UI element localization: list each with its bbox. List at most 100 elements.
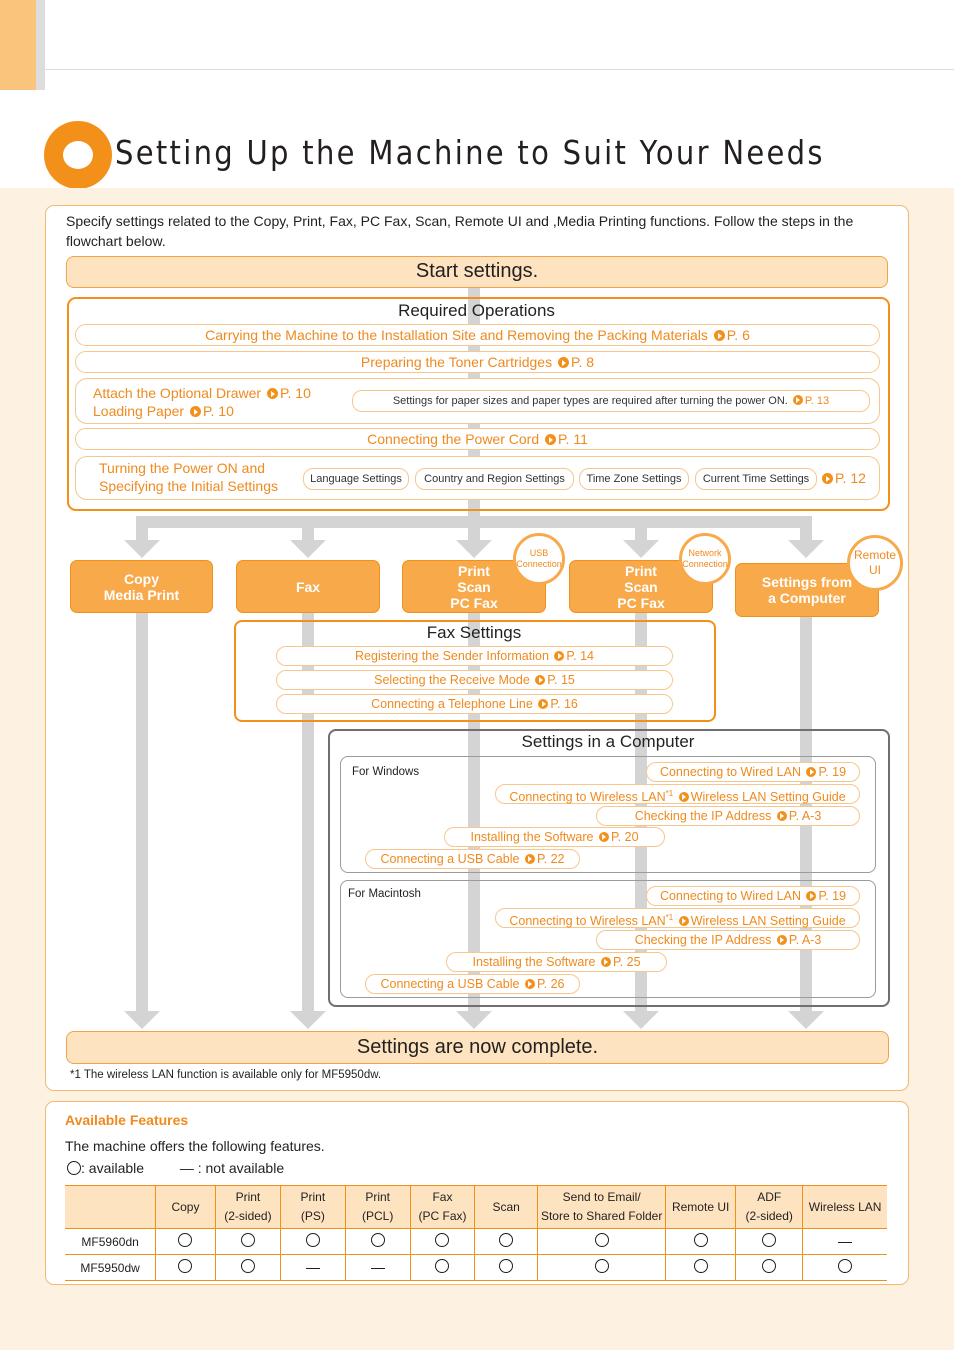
mac-install-software-link[interactable]: Installing the Software P. 25 [446,952,667,972]
flow-line-down-1 [136,612,148,1012]
category-line: Media Print [103,586,180,603]
link-page: P. 19 [818,889,847,903]
link-label: Installing the Software [470,830,594,844]
available-circle-icon [435,1259,450,1273]
link-label: Connecting to Wireless LAN [509,790,666,805]
available-circle-icon [435,1233,450,1247]
start-settings-bar: Start settings. [66,256,888,288]
link-page: Wireless LAN Setting Guide [690,790,846,805]
win-ip-address-link[interactable]: Checking the IP Address P. A-3 [596,806,860,826]
go-to-page-icon [266,388,278,399]
mac-wireless-lan-link[interactable]: Connecting to Wireless LAN*1 Wireless LA… [495,908,860,928]
header-line1: Wireless LAN [808,1199,882,1214]
sender-info-link[interactable]: Registering the Sender Information P. 14 [276,646,673,666]
feature-cell [280,1254,346,1281]
time-zone-settings-pill[interactable]: Time Zone Settings [579,468,689,490]
not-available-dash-icon [370,1267,385,1269]
features-legend: : available — : not available [67,1160,284,1176]
go-to-page-icon [678,792,689,803]
power-on-page-link[interactable]: P. 12 [820,470,866,486]
drawer-link[interactable]: Attach the Optional Drawer P. 10 [93,384,311,402]
go-to-page-icon [792,395,803,405]
arrow-down-icon [623,540,659,558]
mac-ip-address-link[interactable]: Checking the IP Address P. A-3 [596,930,860,950]
link-label: Connecting a USB Cable [380,977,520,991]
go-to-page-icon [678,916,689,927]
go-to-page-icon [545,434,557,445]
feature-column-header: Copy [155,1185,216,1229]
paper-settings-note[interactable]: Settings for paper sizes and paper types… [352,390,870,412]
toner-link[interactable]: Preparing the Toner Cartridges P. 8 [75,351,880,373]
win-wired-lan-link[interactable]: Connecting to Wired LAN P. 19 [646,762,860,782]
power-on-link[interactable]: Turning the Power ON and Specifying the … [99,459,278,495]
link-label: Checking the IP Address [634,933,772,947]
feature-column-header: Send to Email/Store to Shared Folder [537,1185,666,1229]
win-wireless-lan-link[interactable]: Connecting to Wireless LAN*1 Wireless LA… [495,784,860,804]
link-page: P. A-3 [788,933,822,947]
go-to-page-icon [538,699,549,709]
flow-line-1 [136,516,148,540]
arrow-down-icon [623,1011,659,1029]
win-usb-cable-link[interactable]: Connecting a USB Cable P. 22 [365,849,580,869]
header-line1: Print [300,1190,326,1204]
current-time-settings-pill[interactable]: Current Time Settings [695,468,817,490]
badge-line: Remote [853,548,897,562]
category-line: PC Fax [617,594,665,611]
header-line2: (PC Fax) [418,1209,467,1223]
feature-column-header: Print (PCL) [344,1185,411,1229]
loading-paper-link[interactable]: Loading Paper P. 10 [93,402,234,420]
footnote-marker: *1 [665,789,674,798]
available-circle-icon [693,1233,708,1247]
power-cord-page: P. 11 [558,431,588,447]
mac-usb-cable-link[interactable]: Connecting a USB Cable P. 26 [365,974,580,994]
go-to-page-icon [806,891,817,901]
arrow-down-icon [456,1011,492,1029]
go-to-page-icon [822,473,833,484]
badge-line: Connection [516,559,562,569]
fax-settings-title: Fax Settings [426,623,522,642]
available-circle-icon [240,1259,255,1273]
header-line1: Copy [171,1199,200,1214]
go-to-page-icon [713,330,725,341]
feature-cell [665,1254,736,1281]
mac-wired-lan-link[interactable]: Connecting to Wired LAN P. 19 [646,886,860,906]
sender-info-label: Registering the Sender Information [355,649,549,663]
badge-line: USB [529,548,549,558]
go-to-page-icon [600,957,611,967]
available-circle-icon [499,1233,514,1247]
telephone-line-link[interactable]: Connecting a Telephone Line P. 16 [276,694,673,714]
link-page: P. 19 [818,765,847,779]
receive-mode-link[interactable]: Selecting the Receive Mode P. 15 [276,670,673,690]
carry-machine-link[interactable]: Carrying the Machine to the Installation… [75,324,880,346]
arrow-down-icon [456,540,492,558]
header-line1: ADF [757,1190,782,1204]
footnote-marker: *1 [665,913,674,922]
header-line1: Remote UI [671,1199,730,1214]
win-install-software-link[interactable]: Installing the Software P. 20 [444,827,665,847]
link-label: Connecting to Wired LAN [659,765,801,779]
go-to-page-icon [524,979,535,989]
arrow-down-icon [124,1011,160,1029]
go-to-page-icon [189,406,201,417]
link-page: P. 20 [610,830,639,844]
feature-column-header: Wireless LAN [802,1185,887,1229]
power-on-page: P. 12 [835,470,866,486]
go-to-page-icon [806,767,817,777]
country-region-settings-pill[interactable]: Country and Region Settings [415,468,574,490]
link-page: P. 26 [536,977,565,991]
features-description: The machine offers the following feature… [65,1138,325,1154]
category-fax: Fax [236,560,380,613]
link-label: Connecting to Wireless LAN [509,914,666,929]
network-connection-badge: Network Connection [679,533,731,585]
go-to-page-icon [598,832,609,842]
feature-column-header: Scan [474,1185,538,1229]
available-circle-icon [178,1259,193,1273]
language-settings-pill[interactable]: Language Settings [303,468,409,490]
power-cord-link[interactable]: Connecting the Power Cord P. 11 [75,428,880,450]
flow-line-5 [800,516,812,540]
category-line: Copy [124,570,159,587]
features-title: Available Features [65,1112,189,1128]
feature-cell [474,1254,538,1281]
feature-cell [474,1228,538,1255]
feature-column-header: Print (PS) [280,1185,346,1229]
